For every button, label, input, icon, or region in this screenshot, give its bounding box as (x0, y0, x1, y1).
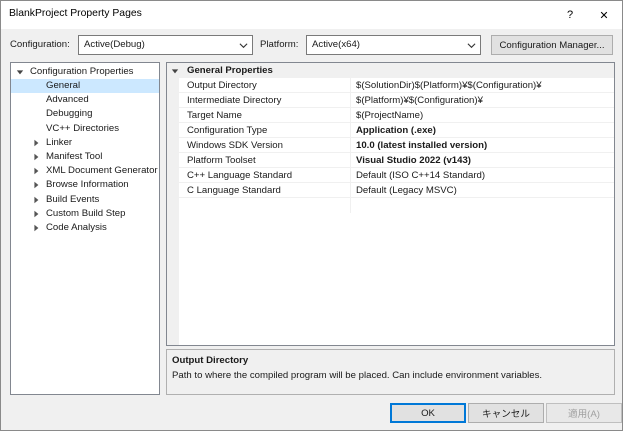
tree-item-advanced[interactable]: Advanced (11, 93, 159, 107)
apply-button[interactable]: 適用(A) (546, 403, 622, 423)
tree-item-build-events[interactable]: Build Events (11, 193, 159, 207)
property-row[interactable]: Windows SDK Version 10.0 (latest installe… (179, 138, 614, 153)
property-row[interactable]: C Language Standard Default (Legacy MSVC) (179, 183, 614, 198)
property-name: C++ Language Standard (187, 170, 293, 181)
property-row[interactable]: C++ Language Standard Default (ISO C++14 … (179, 168, 614, 183)
property-row[interactable]: Platform Toolset Visual Studio 2022 (v143… (179, 153, 614, 168)
configuration-manager-button[interactable]: Configuration Manager... (491, 35, 613, 55)
property-grid: General Properties Output Directory $(Sol… (166, 62, 615, 346)
chevron-down-icon (239, 43, 248, 49)
platform-label: Platform: (260, 39, 299, 50)
collapse-icon[interactable] (16, 68, 24, 76)
property-name: Output Directory (187, 80, 257, 91)
column-splitter[interactable] (350, 78, 351, 213)
property-row[interactable]: Target Name $(ProjectName) (179, 108, 614, 123)
tree-item-debugging[interactable]: Debugging (11, 107, 159, 121)
configuration-row: Configuration: Active(Debug) Platform: A… (1, 35, 622, 55)
property-value[interactable]: Visual Studio 2022 (v143) (356, 155, 471, 166)
tree-item-code-analysis[interactable]: Code Analysis (11, 221, 159, 235)
property-name: Intermediate Directory (187, 95, 282, 106)
property-name: Windows SDK Version (187, 140, 283, 151)
property-value[interactable]: 10.0 (latest installed version) (356, 140, 487, 151)
ok-button[interactable]: OK (390, 403, 466, 423)
expand-icon[interactable] (32, 196, 40, 204)
grid-gutter (167, 63, 179, 345)
expand-icon[interactable] (32, 153, 40, 161)
tree-item-custom-build-step[interactable]: Custom Build Step (11, 207, 159, 221)
collapse-icon[interactable] (171, 67, 179, 75)
property-row[interactable]: Configuration Type Application (.exe) (179, 123, 614, 138)
cancel-button[interactable]: キャンセル (468, 403, 544, 423)
configuration-dropdown[interactable]: Active(Debug) (78, 35, 253, 55)
property-value[interactable]: Default (ISO C++14 Standard) (356, 170, 485, 181)
close-button[interactable]: ✕ (585, 1, 623, 29)
expand-icon[interactable] (32, 181, 40, 189)
configuration-value: Active(Debug) (84, 39, 145, 50)
expand-icon[interactable] (32, 167, 40, 175)
description-text: Path to where the compiled program will … (172, 370, 543, 381)
property-name: Platform Toolset (187, 155, 256, 166)
configuration-label: Configuration: (10, 39, 70, 50)
tree-item-manifest-tool[interactable]: Manifest Tool (11, 150, 159, 164)
expand-icon[interactable] (32, 224, 40, 232)
close-icon: ✕ (599, 9, 609, 22)
title-bar: BlankProject Property Pages ? ✕ (1, 1, 622, 29)
tree-item-linker[interactable]: Linker (11, 136, 159, 150)
description-panel: Output Directory Path to where the compi… (166, 349, 615, 395)
property-name: C Language Standard (187, 185, 281, 196)
property-tree: Configuration Properties General Advanced… (10, 62, 160, 395)
tree-item-browse-information[interactable]: Browse Information (11, 178, 159, 192)
property-value[interactable]: $(ProjectName) (356, 110, 423, 121)
property-name: Target Name (187, 110, 242, 121)
tree-item-vc-directories[interactable]: VC++ Directories (11, 122, 159, 136)
property-value[interactable]: $(SolutionDir)$(Platform)¥$(Configuratio… (356, 80, 542, 91)
property-row[interactable]: Intermediate Directory $(Platform)¥$(Conf… (179, 93, 614, 108)
category-general-properties[interactable]: General Properties (167, 63, 614, 78)
window-title: BlankProject Property Pages (9, 8, 142, 19)
property-name: Configuration Type (187, 125, 268, 136)
expand-icon[interactable] (32, 210, 40, 218)
platform-dropdown[interactable]: Active(x64) (306, 35, 481, 55)
help-button[interactable]: ? (551, 1, 589, 29)
tree-item-configuration-properties[interactable]: Configuration Properties (11, 65, 159, 79)
description-title: Output Directory (172, 355, 249, 366)
expand-icon[interactable] (32, 139, 40, 147)
property-value[interactable]: $(Platform)¥$(Configuration)¥ (356, 95, 483, 106)
property-pages-dialog: BlankProject Property Pages ? ✕ Configur… (0, 0, 623, 431)
tree-item-general[interactable]: General (11, 79, 159, 93)
platform-value: Active(x64) (312, 39, 360, 50)
property-value[interactable]: Application (.exe) (356, 125, 436, 136)
property-row[interactable]: Output Directory $(SolutionDir)$(Platform… (179, 78, 614, 93)
tree-item-xml-document-generator[interactable]: XML Document Generator (11, 164, 159, 178)
property-value[interactable]: Default (Legacy MSVC) (356, 185, 457, 196)
chevron-down-icon (467, 43, 476, 49)
